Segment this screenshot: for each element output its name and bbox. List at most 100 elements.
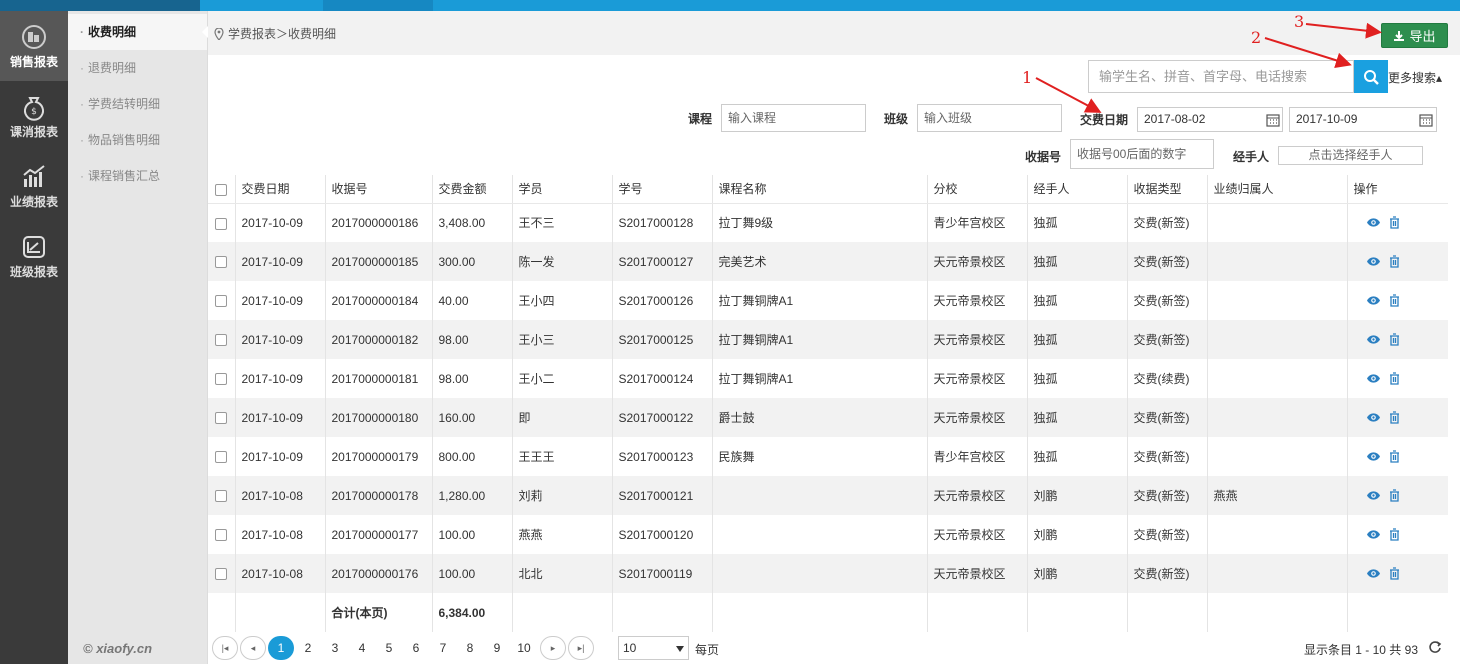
submenu-item-goods-sales[interactable]: 物品销售明细 (68, 122, 207, 158)
table-cell: 天元帝景校区 (926, 359, 1027, 398)
page-number-button[interactable]: 10 (511, 636, 537, 660)
row-checkbox[interactable] (208, 281, 235, 320)
refresh-icon[interactable] (1428, 640, 1442, 657)
row-checkbox[interactable] (208, 476, 235, 515)
table-cell: 2017000000186 (324, 203, 432, 242)
chart-pie-icon (22, 24, 46, 49)
prev-page-button[interactable]: ◂ (240, 636, 266, 660)
col-header: 操作 (1346, 175, 1448, 204)
view-eye-icon[interactable] (1366, 412, 1381, 423)
sidebar-item-consume-report[interactable]: $ 课消报表 (0, 81, 68, 151)
col-header[interactable]: 分校 (926, 175, 1027, 204)
table-cell: 160.00 (431, 398, 512, 437)
row-checkbox[interactable] (208, 320, 235, 359)
row-checkbox[interactable] (208, 554, 235, 593)
page-number-button[interactable]: 1 (268, 636, 294, 660)
calendar-icon[interactable] (1416, 110, 1436, 130)
col-header[interactable]: 交费日期 (234, 175, 325, 204)
page-number-button[interactable]: 5 (376, 636, 402, 660)
course-input[interactable]: 输入课程 (721, 104, 866, 132)
submenu-item-tuition-transfer[interactable]: 学费结转明细 (68, 86, 207, 122)
receipt-input[interactable]: 收据号00后面的数字 (1070, 139, 1214, 169)
view-eye-icon[interactable] (1366, 295, 1381, 306)
delete-trash-icon[interactable] (1389, 216, 1400, 229)
class-input[interactable]: 输入班级 (917, 104, 1062, 132)
page-number-button[interactable]: 7 (430, 636, 456, 660)
delete-trash-icon[interactable] (1389, 411, 1400, 424)
table-row[interactable]: 2017-10-09 2017000000182 98.00 王小三 S20170001… (208, 320, 1448, 359)
row-checkbox[interactable] (208, 242, 235, 281)
page-size-select[interactable]: 10 (618, 636, 689, 660)
table-cell: 2017-10-08 (234, 515, 325, 554)
delete-trash-icon[interactable] (1389, 567, 1400, 580)
submenu-item-refund-detail[interactable]: 退费明细 (68, 50, 207, 86)
table-cell: 2017000000179 (324, 437, 432, 476)
delete-trash-icon[interactable] (1389, 489, 1400, 502)
select-all-checkbox[interactable] (208, 175, 235, 204)
col-header[interactable]: 课程名称 (711, 175, 927, 204)
col-header[interactable]: 业绩归属人 (1206, 175, 1347, 204)
view-eye-icon[interactable] (1366, 529, 1381, 540)
view-eye-icon[interactable] (1366, 451, 1381, 462)
next-page-button[interactable]: ▸ (540, 636, 566, 660)
search-input[interactable]: 输学生名、拼音、首字母、电话搜索 (1088, 60, 1354, 93)
table-row[interactable]: 2017-10-08 2017000000177 100.00 燕燕 S20170001… (208, 515, 1448, 554)
more-search-toggle[interactable]: 更多搜索▴ (1388, 69, 1442, 86)
first-page-button[interactable]: |◂ (212, 636, 238, 660)
row-actions (1346, 203, 1448, 242)
table-row[interactable]: 2017-10-09 2017000000184 40.00 王小四 S20170001… (208, 281, 1448, 320)
view-eye-icon[interactable] (1366, 256, 1381, 267)
col-header[interactable]: 收据号 (324, 175, 432, 204)
row-checkbox[interactable] (208, 398, 235, 437)
calendar-icon[interactable] (1263, 110, 1283, 130)
delete-trash-icon[interactable] (1389, 528, 1400, 541)
table-row[interactable]: 2017-10-09 2017000000181 98.00 王小二 S20170001… (208, 359, 1448, 398)
delete-trash-icon[interactable] (1389, 372, 1400, 385)
row-checkbox[interactable] (208, 515, 235, 554)
table-cell: 交费(新签) (1126, 398, 1207, 437)
view-eye-icon[interactable] (1366, 490, 1381, 501)
date-to-input[interactable]: 2017-10-09 (1289, 107, 1437, 132)
sidebar-item-class-report[interactable]: 班级报表 (0, 221, 68, 291)
row-checkbox[interactable] (208, 437, 235, 476)
table-cell: 独孤 (1026, 398, 1127, 437)
col-header[interactable]: 经手人 (1026, 175, 1127, 204)
page-number-button[interactable]: 2 (295, 636, 321, 660)
view-eye-icon[interactable] (1366, 217, 1381, 228)
submenu-item-course-sales-summary[interactable]: 课程销售汇总 (68, 158, 207, 194)
table-row[interactable]: 2017-10-08 2017000000176 100.00 北北 S20170001… (208, 554, 1448, 593)
last-page-button[interactable]: ▸| (568, 636, 594, 660)
col-header[interactable]: 学员 (511, 175, 612, 204)
sidebar-item-sales-report[interactable]: 销售报表 (0, 11, 68, 81)
row-checkbox[interactable] (208, 203, 235, 242)
table-row[interactable]: 2017-10-09 2017000000185 300.00 陈一发 S2017000… (208, 242, 1448, 281)
row-checkbox[interactable] (208, 359, 235, 398)
view-eye-icon[interactable] (1366, 373, 1381, 384)
search-button[interactable] (1354, 60, 1388, 93)
table-row[interactable]: 2017-10-09 2017000000186 3,408.00 王不三 S20170… (208, 203, 1448, 242)
handler-select[interactable]: 点击选择经手人 (1278, 146, 1423, 165)
table-cell (1206, 515, 1347, 554)
page-number-button[interactable]: 4 (349, 636, 375, 660)
delete-trash-icon[interactable] (1389, 333, 1400, 346)
table-row[interactable]: 2017-10-09 2017000000180 160.00 即 S201700012… (208, 398, 1448, 437)
page-number-button[interactable]: 8 (457, 636, 483, 660)
export-button[interactable]: 导出 (1381, 23, 1448, 48)
view-eye-icon[interactable] (1366, 334, 1381, 345)
delete-trash-icon[interactable] (1389, 255, 1400, 268)
page-number-button[interactable]: 6 (403, 636, 429, 660)
delete-trash-icon[interactable] (1389, 450, 1400, 463)
col-header[interactable]: 交费金额 (431, 175, 512, 204)
top-nav-active-tab[interactable] (323, 0, 433, 11)
table-row[interactable]: 2017-10-08 2017000000178 1,280.00 刘莉 S201700… (208, 476, 1448, 515)
col-header[interactable]: 收据类型 (1126, 175, 1207, 204)
view-eye-icon[interactable] (1366, 568, 1381, 579)
page-number-button[interactable]: 9 (484, 636, 510, 660)
col-header[interactable]: 学号 (611, 175, 712, 204)
page-number-button[interactable]: 3 (322, 636, 348, 660)
sidebar-item-performance-report[interactable]: 业绩报表 (0, 151, 68, 221)
submenu-item-charge-detail[interactable]: 收费明细 (68, 14, 208, 50)
date-from-input[interactable]: 2017-08-02 (1137, 107, 1283, 132)
table-row[interactable]: 2017-10-09 2017000000179 800.00 王王王 S2017000… (208, 437, 1448, 476)
delete-trash-icon[interactable] (1389, 294, 1400, 307)
